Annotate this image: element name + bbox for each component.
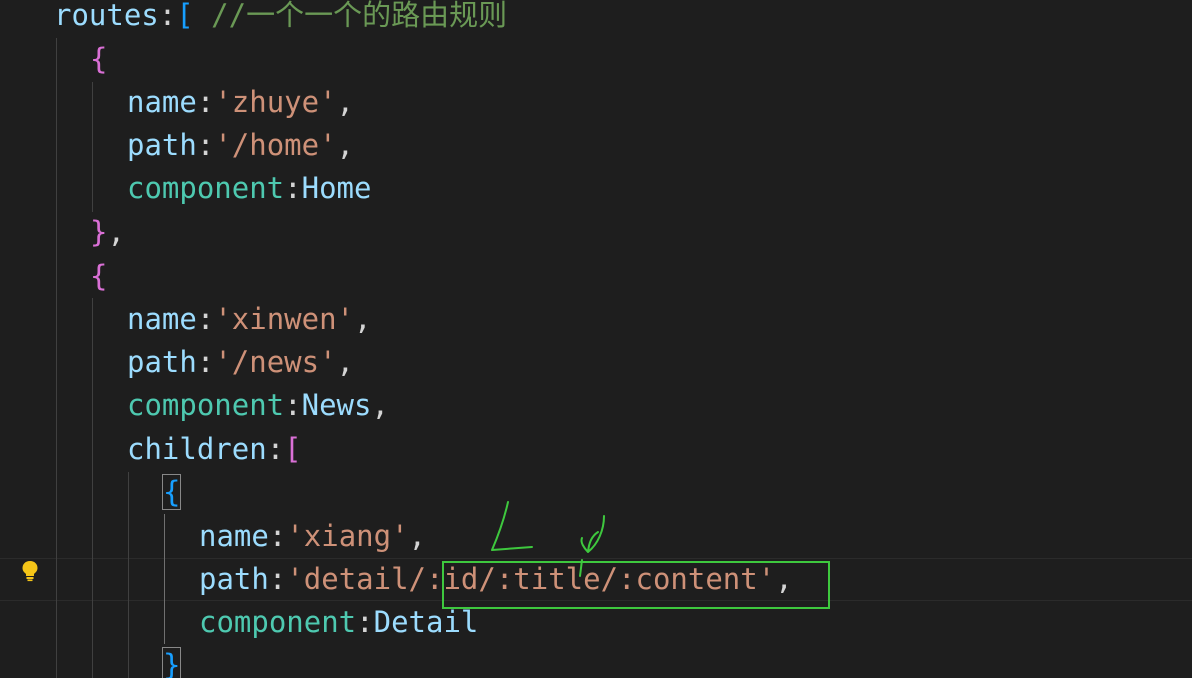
code-line-10[interactable]: component:News, [127,384,389,427]
lightbulb-icon[interactable] [20,560,40,582]
code-line-7[interactable]: { [90,255,107,298]
token-brace: } [90,215,108,249]
token-comma: , [336,345,354,379]
token-key: path [127,128,197,162]
code-line-12[interactable]: { [161,471,182,514]
token-comma: , [371,388,389,422]
token-comment: //一个一个的路由规则 [193,0,508,32]
token-comma: , [408,519,426,553]
code-line-2[interactable]: { [90,38,107,81]
code-line-1[interactable]: routes:[ //一个一个的路由规则 [54,0,507,37]
token-key: component [199,605,357,639]
token-colon: : [196,128,215,162]
code-line-11[interactable]: children:[ [127,428,302,471]
token-identifier: News [301,388,372,422]
token-key: component [127,388,285,422]
token-identifier: Detail [373,605,479,639]
code-line-8[interactable]: name:'xinwen', [127,298,371,341]
token-comma: , [354,302,372,336]
token-identifier: Home [301,171,372,205]
indent-guide [92,82,93,212]
token-brace: { [90,259,108,293]
indent-guide [92,298,93,678]
token-comma: , [336,85,354,119]
indent-guide-active [164,514,165,644]
token-key: name [199,519,269,553]
token-colon: : [158,0,177,32]
token-brace: { [90,42,108,76]
token-brace: { [161,474,182,510]
token-key: path [199,562,269,596]
code-editor[interactable]: routes:[ //一个一个的路由规则 { name:'zhuye', pat… [0,0,1192,678]
token-comma: , [107,215,125,249]
token-string: '/home' [214,128,337,162]
token-string: 'detail/ [286,562,426,596]
token-key: name [127,85,197,119]
token-colon: : [284,171,302,205]
arrow-annotation-1 [491,501,533,551]
code-line-15[interactable]: component:Detail [199,601,478,644]
token-colon: : [196,85,215,119]
code-line-9[interactable]: path:'/news', [127,341,354,384]
token-key: routes [54,0,159,32]
code-line-13[interactable]: name:'xiang', [199,515,426,558]
token-bracket: [ [284,432,302,466]
token-key: component [127,171,285,205]
token-colon: : [196,345,215,379]
token-colon: : [268,519,287,553]
indent-guide [128,472,129,678]
token-string: 'xiang' [286,519,409,553]
token-string: 'zhuye' [214,85,337,119]
indent-guide [56,38,57,678]
token-colon: : [268,562,287,596]
code-line-4[interactable]: path:'/home', [127,124,354,167]
token-key: path [127,345,197,379]
code-line-6[interactable]: }, [90,211,125,254]
token-bracket: [ [176,0,194,32]
token-key: name [127,302,197,336]
code-line-3[interactable]: name:'zhuye', [127,81,354,124]
token-colon: : [284,388,302,422]
token-string: 'xinwen' [214,302,354,336]
code-line-5[interactable]: component:Home [127,167,371,210]
token-key: children [127,432,267,466]
token-string: '/news' [214,345,337,379]
token-colon: : [196,302,215,336]
token-brace: } [161,647,182,678]
annotation-highlight-box [442,561,830,609]
token-comma: , [336,128,354,162]
token-colon: : [266,432,285,466]
token-colon: : [356,605,374,639]
code-line-16[interactable]: } [161,644,182,678]
